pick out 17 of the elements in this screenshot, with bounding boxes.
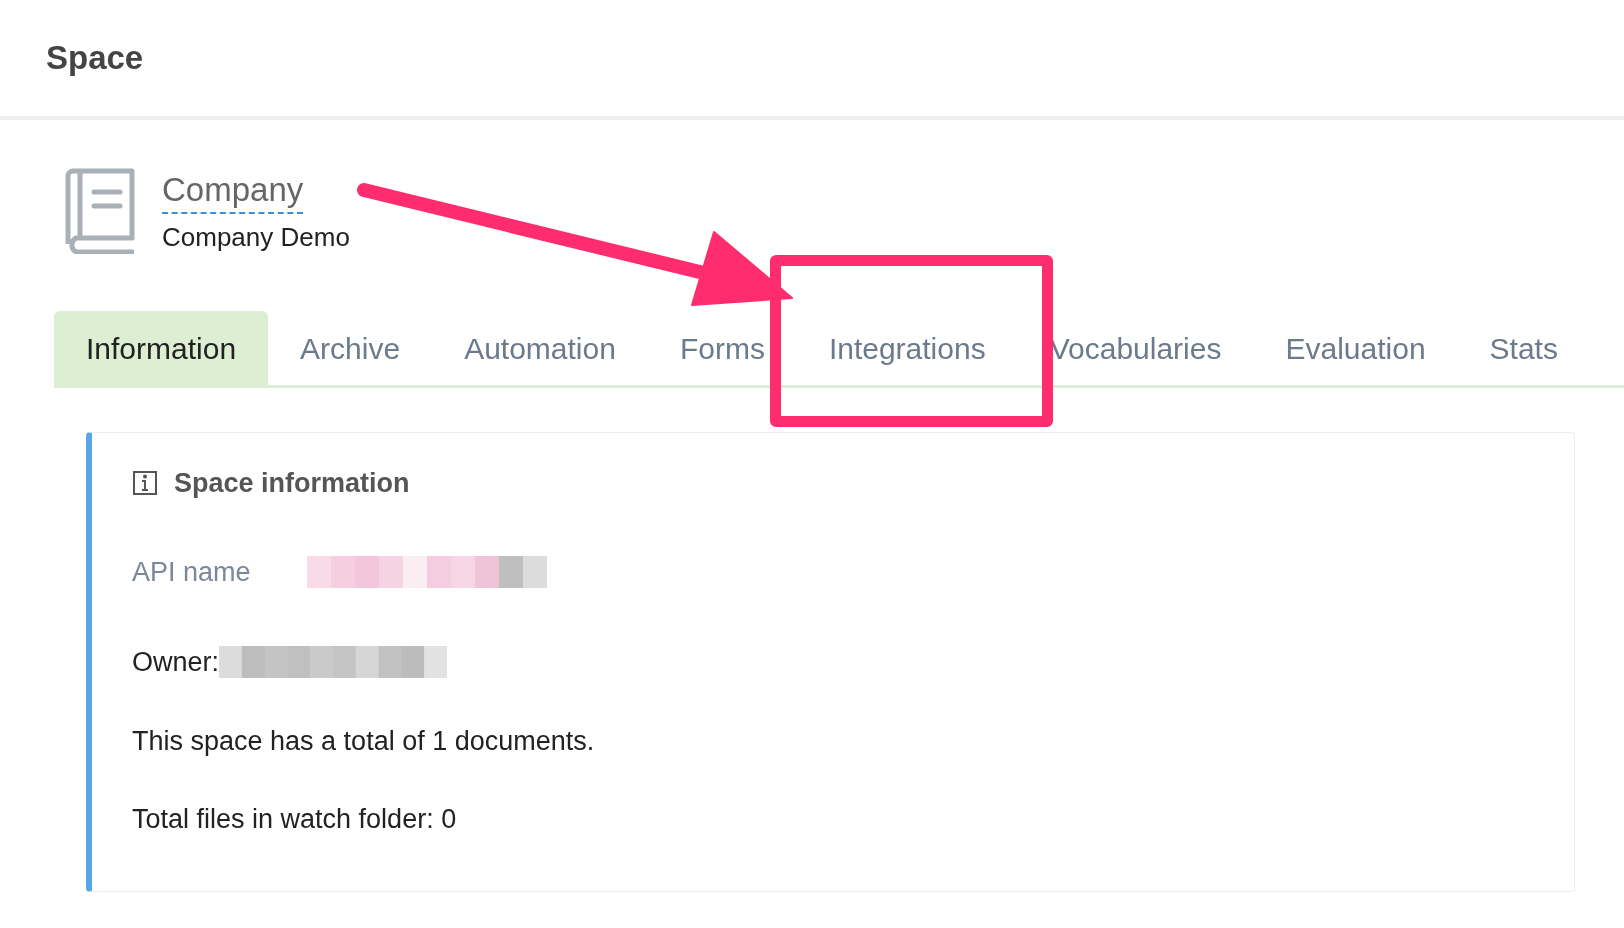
tab[interactable]: Vocabularies xyxy=(1017,311,1254,385)
tab[interactable]: Forms xyxy=(647,311,797,385)
space-name[interactable]: Company xyxy=(162,168,304,214)
info-text: This space has a total of 1 documents. xyxy=(132,724,596,758)
card-title: Space information xyxy=(174,467,410,500)
tab[interactable]: Evaluation xyxy=(1253,311,1458,385)
info-icon xyxy=(132,470,158,497)
field-label: Owner: xyxy=(132,646,220,679)
space-description: Company Demo xyxy=(162,221,350,254)
tab[interactable]: Stats xyxy=(1457,311,1590,385)
tab[interactable]: Integrations xyxy=(796,311,1018,385)
page-title: Space xyxy=(46,38,144,79)
tab[interactable]: Information xyxy=(54,311,269,385)
tab[interactable]: Automation xyxy=(432,311,648,385)
tab[interactable]: Archive xyxy=(268,311,433,385)
field-label: API name xyxy=(132,555,252,589)
info-text: Total files in watch folder: 0 xyxy=(132,803,458,836)
